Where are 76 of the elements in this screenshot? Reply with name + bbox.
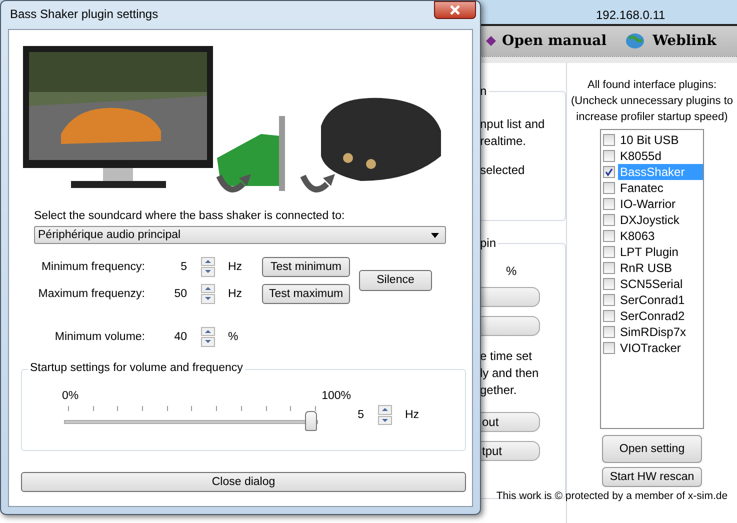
caret-icon: [431, 232, 439, 238]
ip-address: 192.168.0.11: [596, 8, 666, 24]
silence-button[interactable]: Silence: [359, 270, 432, 290]
plugin-item[interactable]: IO-Warrior: [618, 196, 703, 212]
toolbar-button[interactable]: Open manual: [484, 33, 607, 49]
plugins-heading: All found interface plugins:: [587, 78, 717, 93]
unit-label: Hz: [228, 260, 244, 272]
soundcard-label: Select the soundcard where the bass shaker is connected to:: [34, 210, 346, 222]
checkbox[interactable]: [603, 182, 615, 194]
spinner-icon[interactable]: [378, 405, 392, 425]
close-icon: [449, 5, 461, 15]
spinner-icon[interactable]: [201, 256, 215, 276]
plugin-item[interactable]: K8063: [618, 228, 703, 244]
checkbox[interactable]: [603, 134, 615, 146]
scale-label: 0%: [62, 390, 79, 402]
partial-button[interactable]: [480, 287, 540, 307]
checkbox[interactable]: [603, 150, 615, 162]
unit-label: Hz: [405, 409, 420, 421]
plugins-hint: (Uncheck unnecessary plugins to increase profiler startup speed): [570, 94, 734, 125]
field-label: Minimum volume:: [54, 330, 145, 342]
plugin-item[interactable]: VIOTracker: [618, 340, 703, 356]
checkbox[interactable]: [603, 326, 615, 338]
plugin-item[interactable]: DXJoystick: [618, 212, 703, 228]
partial-button[interactable]: [480, 316, 540, 336]
checkbox[interactable]: [603, 294, 615, 306]
plugin-button[interactable]: Start HW rescan: [602, 467, 702, 487]
plugin-item[interactable]: RnR USB: [618, 260, 703, 276]
plugin-item[interactable]: SimRDisp7x: [618, 324, 703, 340]
unit-label: Hz: [228, 288, 244, 300]
action-button[interactable]: out: [480, 412, 540, 432]
description-text: selected: [480, 162, 526, 179]
soundcard-dropdown[interactable]: Périphérique audio principal: [34, 226, 446, 244]
plugin-item[interactable]: Fanatec: [618, 180, 703, 196]
checkbox[interactable]: [603, 262, 615, 274]
field-label: Maximum frequenzy:: [37, 288, 145, 300]
field-label: Minimum frequency:: [40, 260, 145, 272]
plugin-item[interactable]: SerConrad2: [618, 308, 703, 324]
checkbox[interactable]: [603, 278, 615, 290]
number-field[interactable]: 5: [318, 409, 364, 421]
number-field[interactable]: 40: [145, 330, 187, 342]
plugin-item[interactable]: SerConrad1: [618, 292, 703, 308]
plugin-item[interactable]: 10 Bit USB: [618, 132, 703, 148]
checkbox[interactable]: [603, 310, 615, 322]
action-button[interactable]: tput: [480, 441, 540, 461]
slider[interactable]: [64, 406, 318, 434]
scale-label: 100%: [322, 390, 352, 402]
test-button[interactable]: Test maximum: [262, 284, 350, 304]
number-field[interactable]: 5: [145, 260, 187, 272]
copyright-text: This work is © protected by a member of x-sim.de: [496, 490, 728, 502]
group-title: Startup settings for volume and frequency: [28, 362, 245, 374]
plugin-button[interactable]: Open setting: [602, 435, 702, 463]
window-title: Bass Shaker plugin settings: [10, 7, 158, 21]
description-text: gether.: [480, 382, 518, 399]
test-button[interactable]: Test minimum: [262, 256, 350, 276]
checkbox[interactable]: [603, 246, 615, 258]
checkbox[interactable]: [603, 342, 615, 354]
checkbox[interactable]: [603, 230, 615, 242]
description-text: ly and then: [480, 365, 540, 382]
checkbox[interactable]: [603, 214, 615, 226]
checkbox[interactable]: [603, 166, 615, 178]
spinner-icon[interactable]: [201, 284, 215, 304]
toolbar-button[interactable]: Weblink: [620, 33, 716, 49]
plugin-item[interactable]: SCN5Serial: [618, 276, 703, 292]
description-text: nput list and: [480, 116, 546, 133]
slider-thumb[interactable]: [305, 411, 317, 431]
unit-label: %: [228, 330, 240, 342]
close-dialog-button[interactable]: Close dialog: [21, 472, 466, 492]
spinner-icon[interactable]: [201, 326, 215, 346]
description-text: realtime.: [480, 133, 528, 150]
number-field[interactable]: 50: [145, 288, 187, 300]
unit-label: %: [506, 264, 518, 278]
plugin-item[interactable]: K8055d: [618, 148, 703, 164]
checkbox[interactable]: [603, 198, 615, 210]
plugin-item[interactable]: LPT Plugin: [618, 244, 703, 260]
group-title: pin: [480, 236, 498, 250]
close-button[interactable]: [434, 1, 476, 19]
